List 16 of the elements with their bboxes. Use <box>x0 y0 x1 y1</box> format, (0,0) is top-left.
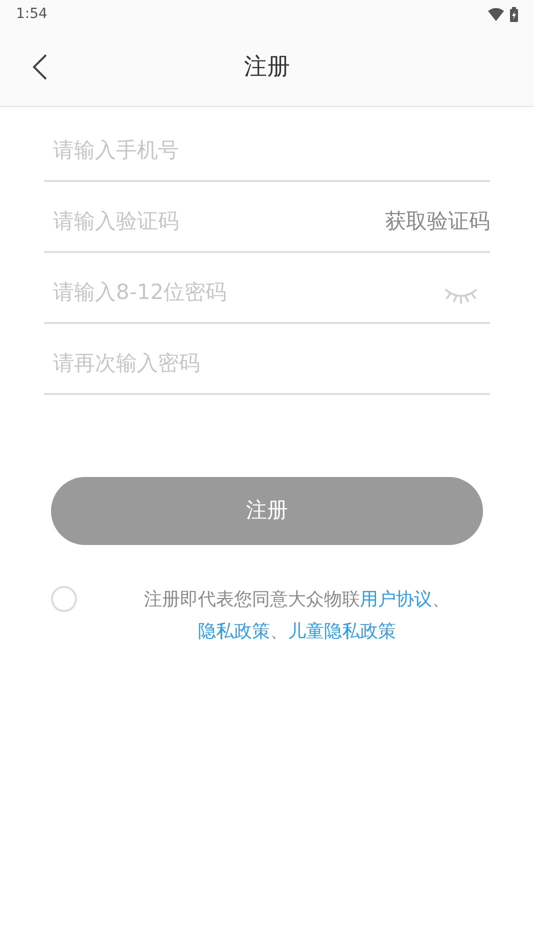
policy-link[interactable]: 隐私政策 <box>198 621 270 642</box>
input-field[interactable]: 请再次输入密码 <box>44 348 490 379</box>
status-time: 1:54 <box>16 4 48 24</box>
agree-checkbox[interactable] <box>51 586 77 612</box>
input-field[interactable]: 请输入8-12位密码 <box>44 276 444 308</box>
policy-link[interactable]: 儿童隐私政策 <box>288 621 396 642</box>
battery-icon <box>510 6 518 22</box>
input-field[interactable]: 请输入验证码 <box>44 206 385 237</box>
agreement-text: 注册即代表您同意大众物联用户协议、 隐私政策、儿童隐私政策 <box>143 588 451 644</box>
input-field[interactable]: 请输入手机号 <box>44 134 490 166</box>
closed-eye-icon[interactable] <box>444 288 478 304</box>
wifi-icon <box>488 8 504 20</box>
back-icon <box>32 53 48 81</box>
page-title: 注册 <box>244 52 290 82</box>
policy-link[interactable]: 用户协议 <box>360 589 432 610</box>
get-code-button[interactable]: 获取验证码 <box>385 206 490 237</box>
